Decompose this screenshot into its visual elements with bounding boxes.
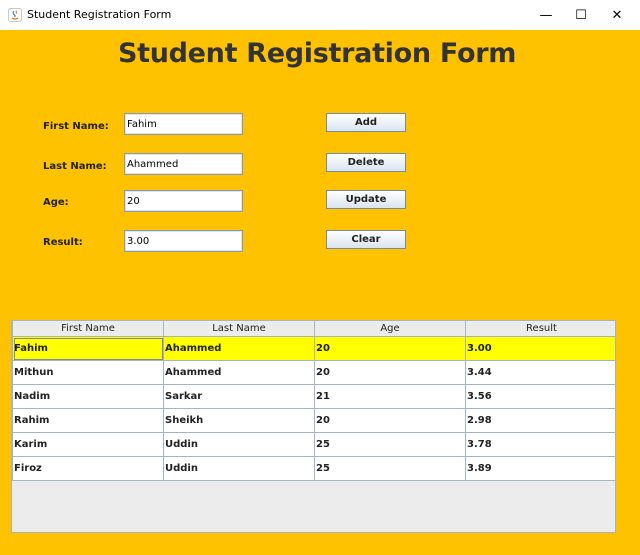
table-row[interactable]: Fahim Ahammed 20 3.00 (12, 336, 615, 361)
first-name-field[interactable] (124, 113, 243, 135)
update-button[interactable]: Update (326, 190, 406, 209)
student-table[interactable]: First Name Last Name Age Result Fahim Ah… (11, 320, 616, 533)
table-cell[interactable]: 3.56 (465, 384, 615, 409)
table-cell[interactable]: Rahim (12, 408, 164, 433)
table-cell[interactable]: Ahammed (163, 336, 315, 361)
table-cell[interactable]: Sheikh (163, 408, 315, 433)
result-label: Result: (43, 237, 83, 248)
table-row[interactable]: Karim Uddin 25 3.78 (12, 432, 615, 457)
last-name-label: Last Name: (43, 161, 107, 172)
page-title: Student Registration Form (117, 38, 517, 69)
table-cell[interactable]: Firoz (12, 456, 164, 481)
minimize-button[interactable]: — (527, 0, 565, 30)
table-cell[interactable]: 25 (314, 432, 466, 457)
age-label: Age: (43, 197, 69, 208)
table-cell[interactable]: Nadim (12, 384, 164, 409)
table-cell[interactable]: 20 (314, 408, 466, 433)
column-header-result[interactable]: Result (465, 321, 615, 337)
table-cell[interactable]: Fahim (12, 336, 164, 361)
table-cell[interactable]: 20 (314, 360, 466, 385)
table-cell[interactable]: Uddin (163, 432, 315, 457)
delete-button[interactable]: Delete (326, 153, 406, 172)
table-cell[interactable]: Karim (12, 432, 164, 457)
table-cell[interactable]: 2.98 (465, 408, 615, 433)
table-cell[interactable]: 3.00 (465, 336, 615, 361)
maximize-button[interactable]: ☐ (562, 0, 600, 30)
table-cell[interactable]: 21 (314, 384, 466, 409)
age-field[interactable] (124, 190, 243, 212)
column-header-age[interactable]: Age (314, 321, 466, 337)
table-cell[interactable]: Sarkar (163, 384, 315, 409)
table-cell[interactable]: 20 (314, 336, 466, 361)
table-cell[interactable]: 3.44 (465, 360, 615, 385)
table-row[interactable]: Firoz Uddin 25 3.89 (12, 456, 615, 481)
first-name-label: First Name: (43, 121, 109, 132)
table-row[interactable]: Mithun Ahammed 20 3.44 (12, 360, 615, 385)
column-header-first-name[interactable]: First Name (12, 321, 164, 337)
java-app-icon (8, 8, 22, 22)
table-cell[interactable]: 3.89 (465, 456, 615, 481)
column-header-last-name[interactable]: Last Name (163, 321, 315, 337)
result-field[interactable] (124, 230, 243, 252)
table-row[interactable]: Nadim Sarkar 21 3.56 (12, 384, 615, 409)
table-cell[interactable]: Mithun (12, 360, 164, 385)
table-row[interactable]: Rahim Sheikh 20 2.98 (12, 408, 615, 433)
close-button[interactable]: ✕ (598, 0, 636, 30)
table-cell[interactable]: 3.78 (465, 432, 615, 457)
window-title: Student Registration Form (27, 8, 172, 21)
clear-button[interactable]: Clear (326, 230, 406, 249)
add-button[interactable]: Add (326, 113, 406, 132)
table-cell[interactable]: Uddin (163, 456, 315, 481)
title-bar: Student Registration Form — ☐ ✕ (0, 0, 640, 30)
table-header-row: First Name Last Name Age Result (12, 321, 615, 337)
table-cell[interactable]: Ahammed (163, 360, 315, 385)
form-panel: Student Registration Form First Name: La… (0, 30, 640, 555)
last-name-field[interactable] (124, 153, 243, 175)
table-cell[interactable]: 25 (314, 456, 466, 481)
